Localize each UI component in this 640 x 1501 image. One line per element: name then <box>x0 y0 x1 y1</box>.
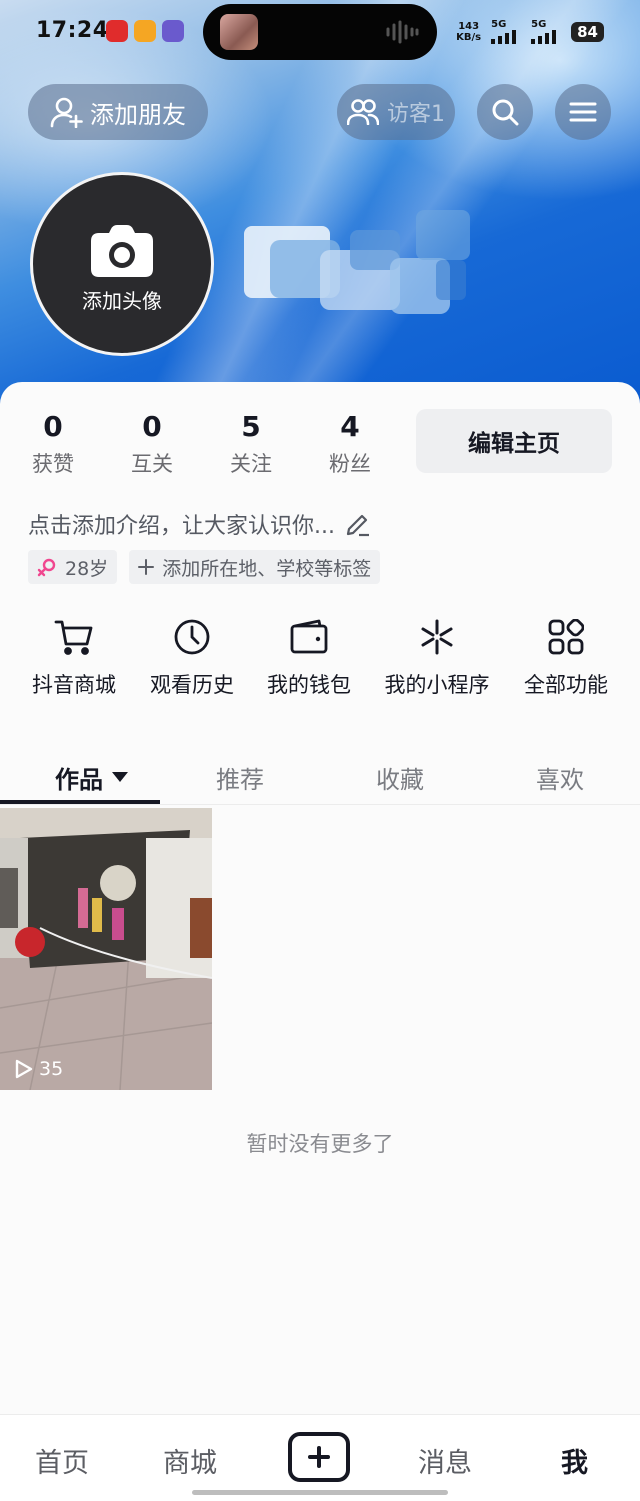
tab-works[interactable]: 作品 <box>12 750 172 804</box>
tab-label: 作品 <box>55 765 103 794</box>
add-avatar-label: 添加头像 <box>82 288 162 313</box>
stat-following[interactable]: 5 关注 <box>211 412 291 478</box>
status-time: 17:24 <box>36 18 109 43</box>
age-tag[interactable]: 28岁 <box>28 550 118 584</box>
net-speed: 143 KB/s <box>456 21 481 43</box>
add-friend-button[interactable]: 添加朋友 <box>28 84 208 140</box>
battery-level: 84 <box>571 22 604 42</box>
female-gender-icon <box>37 558 56 577</box>
content-tabs: 作品 推荐 收藏 喜欢 <box>0 750 640 805</box>
app-notification-icon-2 <box>162 20 184 42</box>
app-notification-icon <box>134 20 156 42</box>
bio-text: 点击添加介绍，让大家认识你... <box>28 514 335 539</box>
dynamic-island[interactable] <box>203 4 437 60</box>
stat-likes[interactable]: 0 获赞 <box>13 412 93 478</box>
stat-mutual[interactable]: 0 互关 <box>112 412 192 478</box>
net-speed-value: 143 <box>458 21 480 32</box>
audio-wave-icon <box>386 20 419 44</box>
visitor-button[interactable]: 访客1 <box>337 84 455 140</box>
stat-value: 5 <box>241 410 261 443</box>
stat-label: 关注 <box>230 452 272 476</box>
quick-action-label: 我的小程序 <box>384 673 490 697</box>
video-thumbnail[interactable]: 35 <box>0 808 212 1090</box>
plus-icon <box>138 559 155 575</box>
mini-program-icon <box>421 619 453 655</box>
signal-sim1: 5G <box>491 20 521 44</box>
stat-value: 4 <box>340 410 360 443</box>
quick-action-all-features[interactable]: 全部功能 <box>518 617 614 699</box>
edit-profile-button[interactable]: 编辑主页 <box>416 409 612 473</box>
search-icon <box>492 99 519 126</box>
net-speed-unit: KB/s <box>456 32 482 43</box>
quick-action-label: 抖音商城 <box>32 673 116 697</box>
now-playing-thumbnail <box>220 14 258 50</box>
plus-icon <box>308 1446 330 1468</box>
nav-mall[interactable]: 商城 <box>163 1441 217 1480</box>
wallet-icon <box>290 619 328 654</box>
stat-value: 0 <box>142 410 162 443</box>
caret-down-icon <box>112 772 128 782</box>
active-tab-indicator <box>0 800 160 804</box>
add-friend-label: 添加朋友 <box>90 100 186 129</box>
signal-bars-icon <box>531 30 557 44</box>
stat-followers[interactable]: 4 粉丝 <box>310 412 390 478</box>
add-tags-label: 添加所在地、学校等标签 <box>162 557 372 580</box>
visitors-icon <box>347 99 379 125</box>
status-bar: 17:24 143 KB/s 5G 5G 84 <box>0 0 640 64</box>
hamburger-menu-icon <box>569 102 597 122</box>
add-tags-chip[interactable]: 添加所在地、学校等标签 <box>129 550 381 584</box>
quick-action-label: 我的钱包 <box>267 673 351 697</box>
home-indicator[interactable] <box>192 1490 448 1495</box>
quick-actions: 抖音商城 观看历史 我的钱包 我的小程序 全部功能 <box>0 617 640 707</box>
play-icon <box>15 1059 33 1079</box>
menu-button[interactable] <box>555 84 611 140</box>
signal-sim2: 5G <box>531 20 561 44</box>
video-cover-image <box>0 808 212 1090</box>
cart-icon <box>54 620 93 655</box>
quick-action-label: 观看历史 <box>150 673 234 697</box>
no-more-content-text: 暂时没有更多了 <box>246 1132 394 1156</box>
signal-bars-icon <box>491 30 517 44</box>
nickname-redacted <box>244 210 470 314</box>
create-post-button[interactable] <box>288 1432 350 1482</box>
grid-icon <box>548 619 584 655</box>
add-user-icon <box>50 97 83 128</box>
clock-icon <box>174 619 210 655</box>
quick-action-history[interactable]: 观看历史 <box>144 617 240 699</box>
edit-pencil-icon <box>346 514 369 537</box>
tab-recommend[interactable]: 推荐 <box>160 750 320 804</box>
quick-action-wallet[interactable]: 我的钱包 <box>261 617 357 699</box>
quick-action-label: 全部功能 <box>524 673 608 697</box>
play-count-value: 35 <box>39 1058 64 1080</box>
nav-home[interactable]: 首页 <box>35 1441 89 1480</box>
sim2-network: 5G <box>531 19 547 30</box>
stat-label: 粉丝 <box>329 452 371 476</box>
stat-label: 互关 <box>131 452 173 476</box>
bottom-navigation: 首页 商城 消息 我 <box>0 1414 640 1501</box>
search-button[interactable] <box>477 84 533 140</box>
play-count: 35 <box>12 1058 63 1080</box>
nav-messages[interactable]: 消息 <box>418 1441 472 1480</box>
profile-card: 0 获赞 0 互关 5 关注 4 粉丝 编辑主页 点击添加介绍，让大家认识你..… <box>0 382 640 1500</box>
tab-likes[interactable]: 喜欢 <box>480 750 640 804</box>
bio-placeholder[interactable]: 点击添加介绍，让大家认识你... <box>28 508 371 540</box>
sim1-network: 5G <box>491 19 507 30</box>
profile-tags: 28岁 添加所在地、学校等标签 <box>28 550 381 584</box>
tab-favorites[interactable]: 收藏 <box>320 750 480 804</box>
age-label: 28岁 <box>65 557 109 580</box>
visitor-label: 访客1 <box>387 102 445 127</box>
quick-action-mall[interactable]: 抖音商城 <box>26 617 122 699</box>
stat-value: 0 <box>43 410 63 443</box>
camera-icon <box>91 224 153 277</box>
netease-music-icon <box>106 20 128 42</box>
add-avatar-button[interactable]: 添加头像 <box>30 172 214 356</box>
status-indicators: 143 KB/s 5G 5G 84 <box>456 16 604 48</box>
nav-me[interactable]: 我 <box>561 1441 588 1480</box>
stat-label: 获赞 <box>32 452 74 476</box>
quick-action-mini-programs[interactable]: 我的小程序 <box>378 617 496 699</box>
